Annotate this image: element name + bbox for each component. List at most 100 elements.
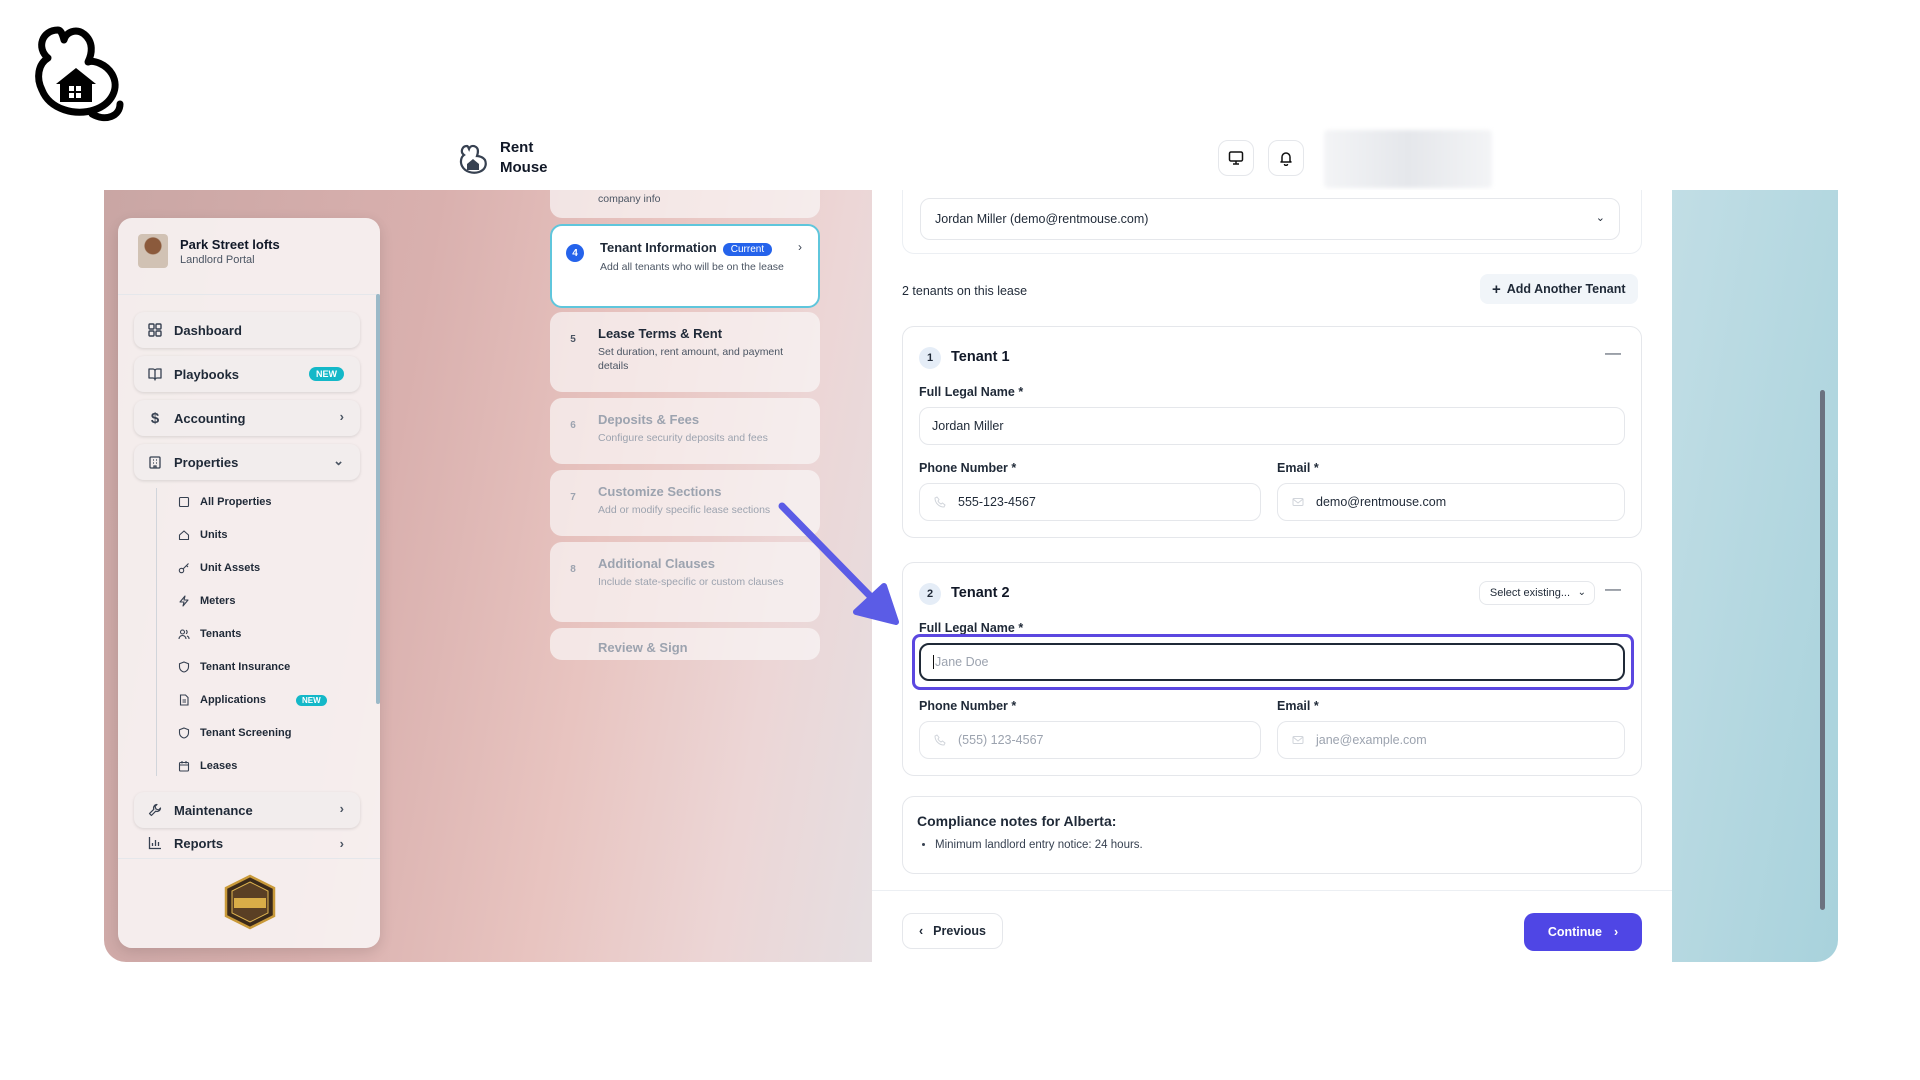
chevron-down-icon: ⌄ xyxy=(1577,587,1586,598)
phone-label: Phone Number * xyxy=(919,699,1017,713)
sidebar-subitem-leases[interactable]: Leases xyxy=(178,760,237,772)
sidebar-subitem-label: Tenant Insurance xyxy=(200,661,291,673)
step-description: Include state-specific or custom clauses xyxy=(598,576,784,588)
mail-icon xyxy=(1292,498,1304,506)
step-review-sign[interactable]: Review & Sign xyxy=(550,628,820,660)
step-title: Customize Sections xyxy=(598,484,722,499)
step-description: Add all tenants who will be on the lease xyxy=(600,261,784,273)
account-select[interactable]: Jordan Miller (demo@rentmouse.com) ⌄ xyxy=(920,198,1620,240)
form-footer: ‹ Previous Continue › xyxy=(872,890,1672,962)
sidebar-subitem-label: All Properties xyxy=(200,496,272,508)
sidebar-item-properties[interactable]: Properties ⌄ xyxy=(134,444,360,480)
step-number: 6 xyxy=(570,419,576,431)
sidebar-subitem-tenants[interactable]: Tenants xyxy=(178,628,241,640)
dollar-icon: $ xyxy=(150,409,160,427)
select-existing-tenant-dropdown[interactable]: Select existing... ⌄ xyxy=(1478,581,1595,605)
sidebar-scrollbar[interactable] xyxy=(376,294,380,704)
step-number: 7 xyxy=(570,491,576,503)
input-value: 555-123-4567 xyxy=(958,495,1036,509)
main-scrollbar[interactable] xyxy=(1820,390,1825,910)
new-badge: NEW xyxy=(296,694,327,706)
submenu-guide-line xyxy=(156,488,157,776)
shield-icon xyxy=(178,727,190,739)
highlight-box xyxy=(912,634,1634,690)
compliance-title: Compliance notes for Alberta: xyxy=(917,813,1117,829)
sidebar-divider xyxy=(118,858,380,859)
chevron-right-icon: › xyxy=(1614,925,1619,939)
monitor-button[interactable] xyxy=(1218,140,1254,176)
sidebar-item-maintenance[interactable]: Maintenance › xyxy=(134,792,360,828)
chevron-down-icon: ⌄ xyxy=(1595,212,1605,224)
continue-button[interactable]: Continue › xyxy=(1524,913,1642,951)
sidebar-item-label: Reports xyxy=(174,836,224,851)
phone-label: Phone Number * xyxy=(919,461,1017,475)
sidebar-subitem-meters[interactable]: Meters xyxy=(178,595,235,607)
chevron-down-icon: ⌄ xyxy=(333,453,344,468)
sidebar-item-reports[interactable]: Reports › xyxy=(134,836,360,858)
sidebar-subitem-applications[interactable]: Applications NEW xyxy=(178,694,327,706)
tenant-title: Tenant 1 xyxy=(951,349,1010,365)
document-icon xyxy=(179,694,189,706)
sidebar-subitem-unit-assets[interactable]: Unit Assets xyxy=(178,562,260,574)
step-deposits-fees[interactable]: 6 Deposits & Fees Configure security dep… xyxy=(550,398,820,464)
sidebar: Park Street lofts Landlord Portal Dashbo… xyxy=(118,218,380,948)
sidebar-subitem-tenant-insurance[interactable]: Tenant Insurance xyxy=(178,661,290,673)
step-customize-sections[interactable]: 7 Customize Sections Add or modify speci… xyxy=(550,470,820,536)
email-label: Email * xyxy=(1277,699,1319,713)
compliance-item: Minimum landlord entry notice: 24 hours. xyxy=(935,839,1627,851)
full-name-label: Full Legal Name * xyxy=(919,621,1024,635)
step-additional-clauses[interactable]: 8 Additional Clauses Include state-speci… xyxy=(550,542,820,622)
grid-icon xyxy=(148,323,162,337)
sidebar-item-accounting[interactable]: $ Accounting › xyxy=(134,400,360,436)
rentmouse-small-logo-icon[interactable] xyxy=(458,142,488,178)
tenant-1-name-input[interactable]: Jordan Miller xyxy=(919,407,1625,445)
step-title: Additional Clauses xyxy=(598,556,716,571)
tenant-2-phone-input[interactable]: (555) 123-4567 xyxy=(919,721,1261,759)
email-label: Email * xyxy=(1277,461,1319,475)
notifications-button[interactable] xyxy=(1268,140,1304,176)
sidebar-subitem-units[interactable]: Units xyxy=(178,529,228,541)
chevron-right-icon: › xyxy=(339,409,344,424)
step-tenant-information[interactable]: 4 Tenant Information Current Add all tena… xyxy=(550,224,820,308)
step-previous[interactable]: company info xyxy=(550,190,820,218)
step-title: Review & Sign xyxy=(598,640,688,655)
sidebar-item-label: Playbooks xyxy=(174,366,240,382)
tenant-number: 2 xyxy=(919,583,941,605)
collapse-icon[interactable]: — xyxy=(1605,345,1621,363)
building-icon xyxy=(178,496,190,508)
building-icon xyxy=(149,456,161,469)
add-another-tenant-button[interactable]: + Add Another Tenant xyxy=(1480,274,1638,304)
step-title: Deposits & Fees xyxy=(598,412,700,427)
sidebar-item-label: Accounting xyxy=(174,410,246,426)
plus-icon: + xyxy=(1492,280,1501,298)
full-name-label: Full Legal Name * xyxy=(919,385,1024,399)
collapse-icon[interactable]: — xyxy=(1605,581,1621,599)
tenant-2-email-input[interactable]: jane@example.com xyxy=(1277,721,1625,759)
org-switcher[interactable]: Park Street lofts Landlord Portal xyxy=(138,234,280,268)
sidebar-item-playbooks[interactable]: Playbooks NEW xyxy=(134,356,360,392)
lease-steps: company info 4 Tenant Information Current… xyxy=(550,190,820,660)
wrench-icon xyxy=(148,803,162,817)
phone-icon xyxy=(934,496,946,508)
step-lease-terms[interactable]: 5 Lease Terms & Rent Set duration, rent … xyxy=(550,312,820,392)
current-badge: Current xyxy=(722,243,773,256)
tenant-1-phone-input[interactable]: 555-123-4567 xyxy=(919,483,1261,521)
bolt-icon xyxy=(179,595,189,607)
sidebar-subitem-all-properties[interactable]: All Properties xyxy=(178,496,272,508)
sidebar-item-dashboard[interactable]: Dashboard xyxy=(134,312,360,348)
account-select-value: Jordan Miller (demo@rentmouse.com) xyxy=(935,212,1149,226)
step-number: 5 xyxy=(570,333,576,345)
user-menu-blurred[interactable] xyxy=(1324,130,1492,188)
key-icon xyxy=(178,563,189,574)
sidebar-subitem-label: Leases xyxy=(200,760,238,772)
previous-button[interactable]: ‹ Previous xyxy=(902,913,1003,949)
tenant-1-email-input[interactable]: demo@rentmouse.com xyxy=(1277,483,1625,521)
select-existing-value: Select existing... xyxy=(1489,587,1570,599)
tenant-title: Tenant 2 xyxy=(951,585,1010,601)
sidebar-subitem-tenant-screening[interactable]: Tenant Screening xyxy=(178,727,291,739)
sidebar-subitem-label: Meters xyxy=(200,595,236,607)
tenant-count: 2 tenants on this lease xyxy=(902,284,1028,298)
step-description: company info xyxy=(598,193,661,205)
sidebar-subitem-label: Unit Assets xyxy=(200,562,261,574)
input-value: demo@rentmouse.com xyxy=(1316,495,1447,509)
